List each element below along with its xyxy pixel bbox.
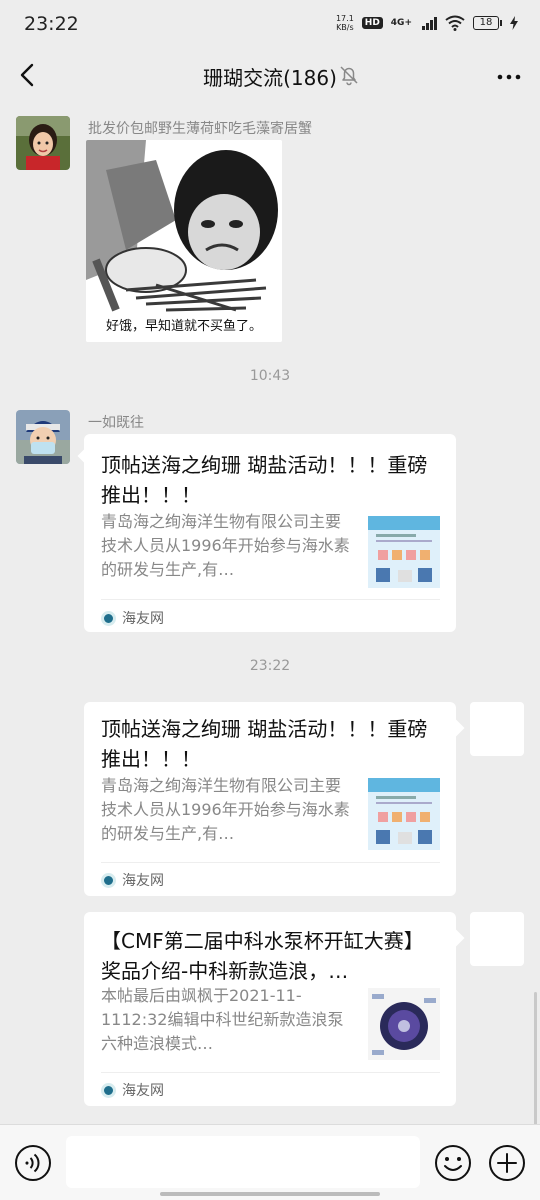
sticker-image[interactable]: 好饿，早知道就不买鱼了。 xyxy=(86,140,282,342)
signal-icon xyxy=(422,16,437,30)
card-source: 海友网 xyxy=(101,870,164,890)
more-dots-icon[interactable] xyxy=(494,62,524,92)
sender-name: 批发价包邮野生薄荷虾吃毛藻寄居蟹 xyxy=(88,121,312,137)
card-divider xyxy=(101,862,440,863)
card-description: 本帖最后由飒枫于2021-11-1112:32编辑中科世纪新款造浪泵六种造浪模式… xyxy=(101,986,344,1053)
timestamp: 10:43 xyxy=(249,368,291,384)
sender-name: 一如既往 xyxy=(88,415,144,431)
battery-icon: 18 xyxy=(473,16,502,30)
status-time: 23:22 xyxy=(24,13,79,35)
status-icons: 17.1 KB/s HD 4G+ 18 xyxy=(336,14,518,32)
timestamp: 23:22 xyxy=(249,658,291,674)
card-title: 顶帖送海之绚珊 瑚盐活动！！！重磅推出！！！ xyxy=(101,717,428,771)
avatar-boy-icon xyxy=(16,410,70,464)
home-indicator xyxy=(160,1192,380,1196)
article-thumbnail-icon xyxy=(368,516,440,588)
hd-badge: HD xyxy=(361,17,383,29)
network-speed-unit: KB/s xyxy=(336,23,354,32)
avatar-girl-icon xyxy=(16,116,70,170)
link-card[interactable]: 【CMF第二届中科水泵杯开缸大赛】奖品介绍-中科新款造浪，… 本帖最后由飒枫于2… xyxy=(84,912,456,1106)
card-source: 海友网 xyxy=(101,608,164,628)
card-divider xyxy=(101,1072,440,1073)
input-bar xyxy=(0,1124,540,1200)
status-bar: 23:22 17.1 KB/s HD 4G+ 18 xyxy=(0,0,540,50)
message-list[interactable]: 批发价包邮野生薄荷虾吃毛藻寄居蟹 好饿，早知道就不买鱼了。 10:43 一如既往… xyxy=(0,102,540,1192)
emoji-icon[interactable] xyxy=(434,1144,472,1182)
chat-header: 珊瑚交流(186) xyxy=(0,50,540,102)
haiyou-logo-icon xyxy=(101,872,116,888)
haiyou-logo-icon xyxy=(101,610,116,626)
network-speed: 17.1 KB/s xyxy=(336,14,354,32)
network-type: 4G+ xyxy=(390,18,412,28)
wave-pump-thumbnail-icon xyxy=(368,988,440,1060)
network-speed-value: 17.1 xyxy=(335,14,354,23)
battery-level: 18 xyxy=(473,16,499,30)
charging-icon xyxy=(510,16,518,30)
card-divider xyxy=(101,599,440,600)
plus-icon[interactable] xyxy=(488,1144,526,1182)
meme-sticker-icon xyxy=(86,140,282,342)
wifi-icon xyxy=(445,15,465,31)
card-source: 海友网 xyxy=(101,1080,164,1100)
card-source-name: 海友网 xyxy=(122,1083,164,1099)
sticker-caption: 好饿，早知道就不买鱼了。 xyxy=(105,319,262,334)
voice-icon[interactable] xyxy=(14,1144,52,1182)
haiyou-logo-icon xyxy=(101,1082,116,1098)
card-description: 青岛海之绚海洋生物有限公司主要技术人员从1996年开始参与海水素的研发与生产,有… xyxy=(101,512,350,579)
article-thumbnail-icon xyxy=(368,778,440,850)
card-title: 【CMF第二届中科水泵杯开缸大赛】奖品介绍-中科新款造浪，… xyxy=(101,929,424,983)
self-avatar[interactable] xyxy=(470,702,524,756)
self-avatar[interactable] xyxy=(470,912,524,966)
link-card[interactable]: 顶帖送海之绚珊 瑚盐活动！！！重磅推出！！！ 青岛海之绚海洋生物有限公司主要技术… xyxy=(84,702,456,896)
chat-title: 珊瑚交流(186) xyxy=(203,66,337,90)
avatar[interactable] xyxy=(16,410,70,464)
link-card[interactable]: 顶帖送海之绚珊 瑚盐活动！！！重磅推出！！！ 青岛海之绚海洋生物有限公司主要技术… xyxy=(84,434,456,632)
card-source-name: 海友网 xyxy=(122,873,164,889)
avatar[interactable] xyxy=(16,116,70,170)
card-description: 青岛海之绚海洋生物有限公司主要技术人员从1996年开始参与海水素的研发与生产,有… xyxy=(101,776,350,843)
message-input[interactable] xyxy=(66,1136,420,1188)
bell-off-icon xyxy=(340,66,358,86)
card-source-name: 海友网 xyxy=(122,611,164,627)
card-title: 顶帖送海之绚珊 瑚盐活动！！！重磅推出！！！ xyxy=(101,453,428,507)
